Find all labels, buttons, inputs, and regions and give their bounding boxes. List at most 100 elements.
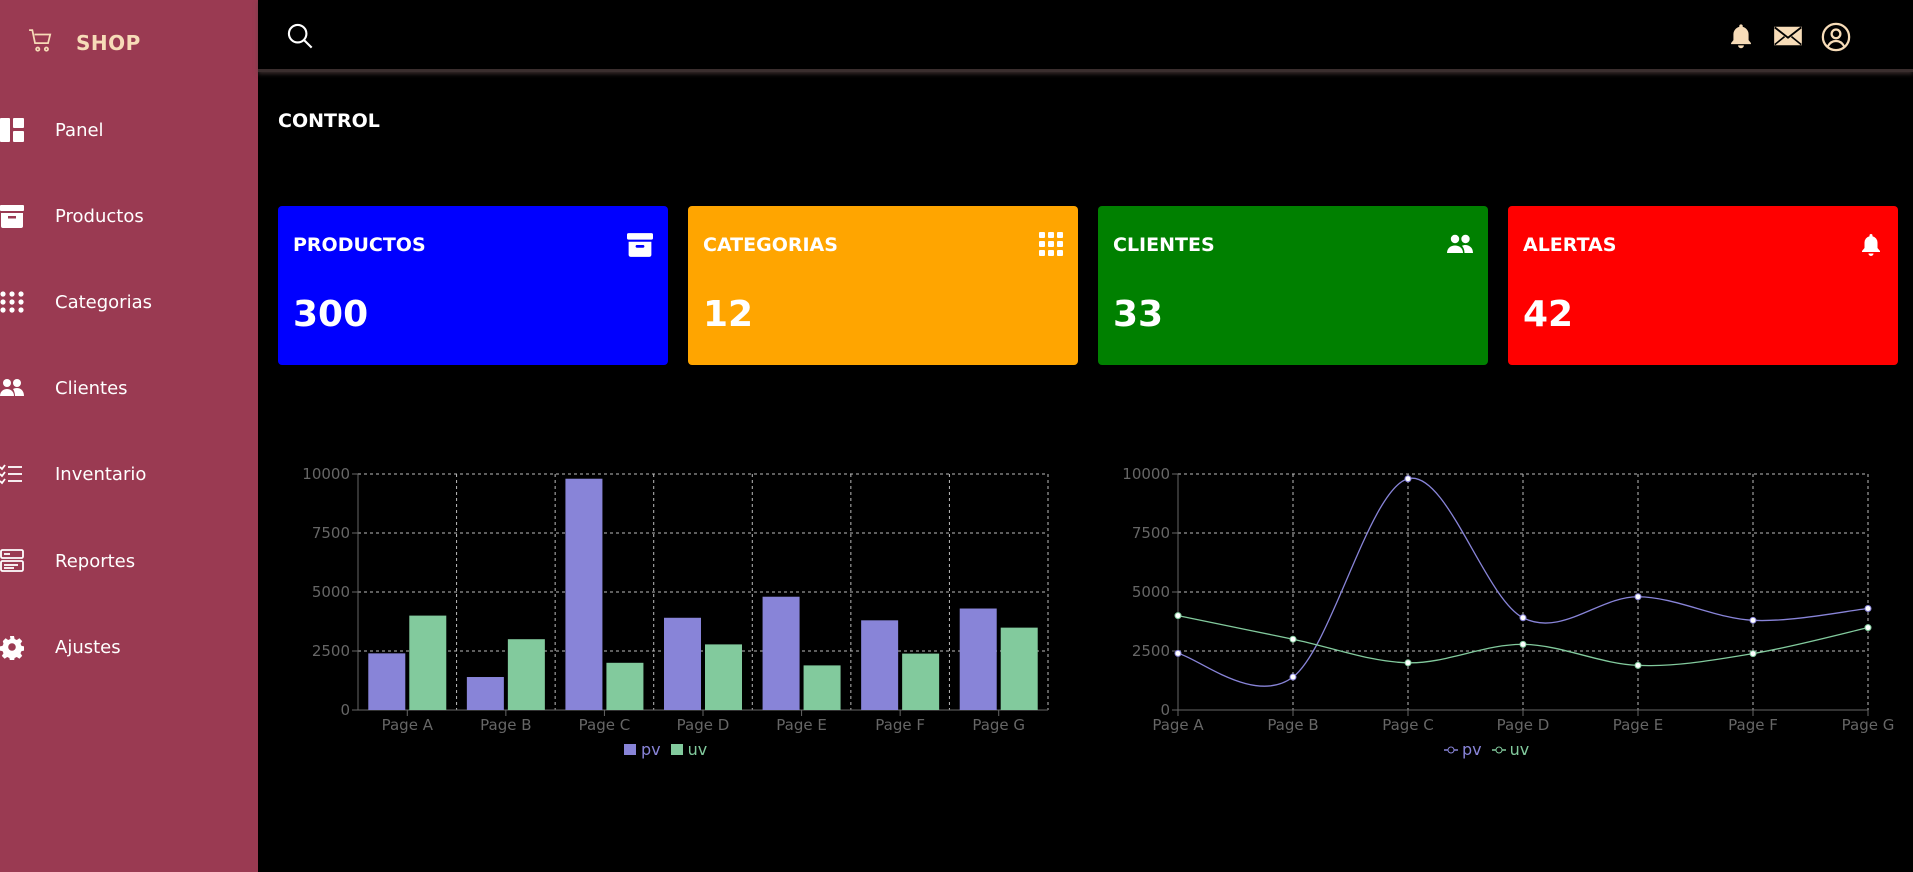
bar-uv: [507, 639, 545, 710]
x-tick-label: Page D: [677, 716, 730, 734]
point-pv: [1404, 475, 1412, 483]
x-tick-label: Page D: [1497, 716, 1550, 734]
card-clientes: CLIENTES 33: [1098, 206, 1488, 365]
x-tick-label: Page B: [1267, 716, 1318, 734]
legend-swatch-rect: [670, 744, 683, 755]
sidebar-item-inventario[interactable]: Inventario: [0, 449, 258, 499]
card-title: PRODUCTOS: [293, 234, 426, 256]
bar-pv: [565, 478, 603, 710]
point-pv: [1864, 605, 1872, 613]
bar-uv: [409, 615, 447, 710]
card-value: 12: [703, 294, 754, 335]
card-title: CATEGORIAS: [703, 234, 838, 256]
bell-icon: [1859, 232, 1883, 262]
gear-icon: [0, 634, 24, 660]
bar-chart-svg: 0 2500 5000 7500 10000 Page A Page B Page C Page…: [302, 465, 1049, 734]
checklist-icon: [0, 461, 24, 487]
bar-uv: [902, 653, 940, 710]
bar-pv: [861, 620, 899, 710]
sidebar-item-ajustes[interactable]: Ajustes: [0, 622, 258, 672]
card-value: 33: [1113, 294, 1164, 335]
sidebar-item-productos[interactable]: Productos: [0, 191, 258, 241]
card-alertas: ALERTAS 42: [1508, 206, 1898, 365]
bar-pv: [762, 596, 800, 710]
legend-item[interactable]: uv: [1491, 740, 1530, 759]
sidebar-item-label: Panel: [55, 119, 104, 141]
bar-uv: [1000, 627, 1038, 710]
y-tick-label: 2500: [1132, 642, 1170, 660]
page-title: CONTROL: [278, 110, 380, 132]
legend-swatch: [1444, 746, 1458, 754]
y-tick-label: 2500: [312, 642, 350, 660]
y-tick-label: 5000: [1132, 583, 1170, 601]
legend-item[interactable]: pv: [624, 740, 661, 759]
x-tick-label: Page E: [776, 716, 827, 734]
bar-chart-legend: pv uv: [624, 740, 707, 759]
sidebar: SHOP Panel Productos Categorias Clientes: [0, 0, 258, 872]
legend-item[interactable]: uv: [670, 740, 708, 759]
x-tick-label: Page C: [1382, 716, 1434, 734]
point-uv: [1864, 624, 1872, 632]
bar-pv: [466, 677, 504, 710]
sidebar-item-clientes[interactable]: Clientes: [0, 363, 258, 413]
bar-chart: 0 2500 5000 7500 10000 Page A Page B Page C Page…: [278, 450, 1058, 770]
archive-icon: [0, 203, 24, 229]
sidebar-item-panel[interactable]: Panel: [0, 105, 258, 155]
point-uv: [1174, 612, 1182, 620]
bar-uv: [803, 665, 841, 710]
sidebar-item-label: Inventario: [55, 463, 147, 485]
point-pv: [1749, 616, 1757, 624]
card-value: 300: [293, 294, 369, 335]
legend-item[interactable]: pv: [1444, 740, 1482, 759]
x-tick-label: Page A: [382, 716, 434, 734]
legend-label: uv: [1509, 740, 1530, 759]
bell-icon[interactable]: [1727, 22, 1755, 52]
point-pv: [1289, 673, 1297, 681]
bar-pv: [959, 608, 997, 710]
grid-icon: [0, 289, 24, 315]
bar-uv: [606, 662, 644, 710]
brand[interactable]: SHOP: [28, 28, 141, 58]
search-icon[interactable]: [286, 22, 314, 54]
x-tick-label: Page E: [1613, 716, 1664, 734]
x-tick-label: Page F: [875, 716, 925, 734]
bar-pv: [664, 617, 701, 710]
x-tick-label: Page F: [1728, 716, 1778, 734]
sidebar-item-label: Clientes: [55, 377, 128, 399]
bar-pv: [368, 653, 406, 710]
people-icon: [0, 375, 24, 401]
sidebar-item-categorias[interactable]: Categorias: [0, 277, 258, 327]
legend-label: pv: [641, 740, 661, 759]
bar-uv: [705, 644, 742, 710]
top-header: [258, 0, 1913, 72]
x-tick-label: Page A: [1152, 716, 1204, 734]
line-chart: 0 2500 5000 7500 10000 Page A Page B Page C Page…: [1100, 450, 1900, 770]
y-tick-label: 7500: [312, 524, 350, 542]
x-tick-label: Page G: [972, 716, 1025, 734]
y-tick-label: 7500: [1132, 524, 1170, 542]
x-tick-label: Page C: [579, 716, 631, 734]
user-circle-icon[interactable]: [1821, 22, 1851, 52]
point-pv: [1519, 614, 1527, 622]
legend-label: pv: [1462, 740, 1482, 759]
mail-icon[interactable]: [1773, 22, 1803, 52]
line-chart-svg: 025005000750010000Page A Page B Page C Page…: [1122, 465, 1895, 734]
sidebar-item-reportes[interactable]: Reportes: [0, 536, 258, 586]
y-tick-label: 0: [340, 701, 350, 719]
sidebar-item-label: Reportes: [55, 550, 136, 572]
card-value: 42: [1523, 294, 1574, 335]
x-tick-label: Page G: [1842, 716, 1895, 734]
legend-swatch: [624, 744, 636, 755]
point-uv: [1519, 640, 1527, 648]
legend-label: uv: [687, 740, 708, 759]
card-title: ALERTAS: [1523, 234, 1617, 256]
card-categorias: CATEGORIAS 12: [688, 206, 1078, 365]
line-chart-legend: pv uv: [1444, 740, 1529, 759]
point-pv: [1174, 649, 1182, 657]
legend-swatch-dot: [1447, 746, 1455, 754]
legend-swatch-dot: [1495, 746, 1503, 754]
point-uv: [1749, 650, 1757, 658]
sidebar-item-label: Productos: [55, 205, 144, 227]
dashboard-icon: [0, 117, 24, 143]
card-productos: PRODUCTOS 300: [278, 206, 668, 365]
